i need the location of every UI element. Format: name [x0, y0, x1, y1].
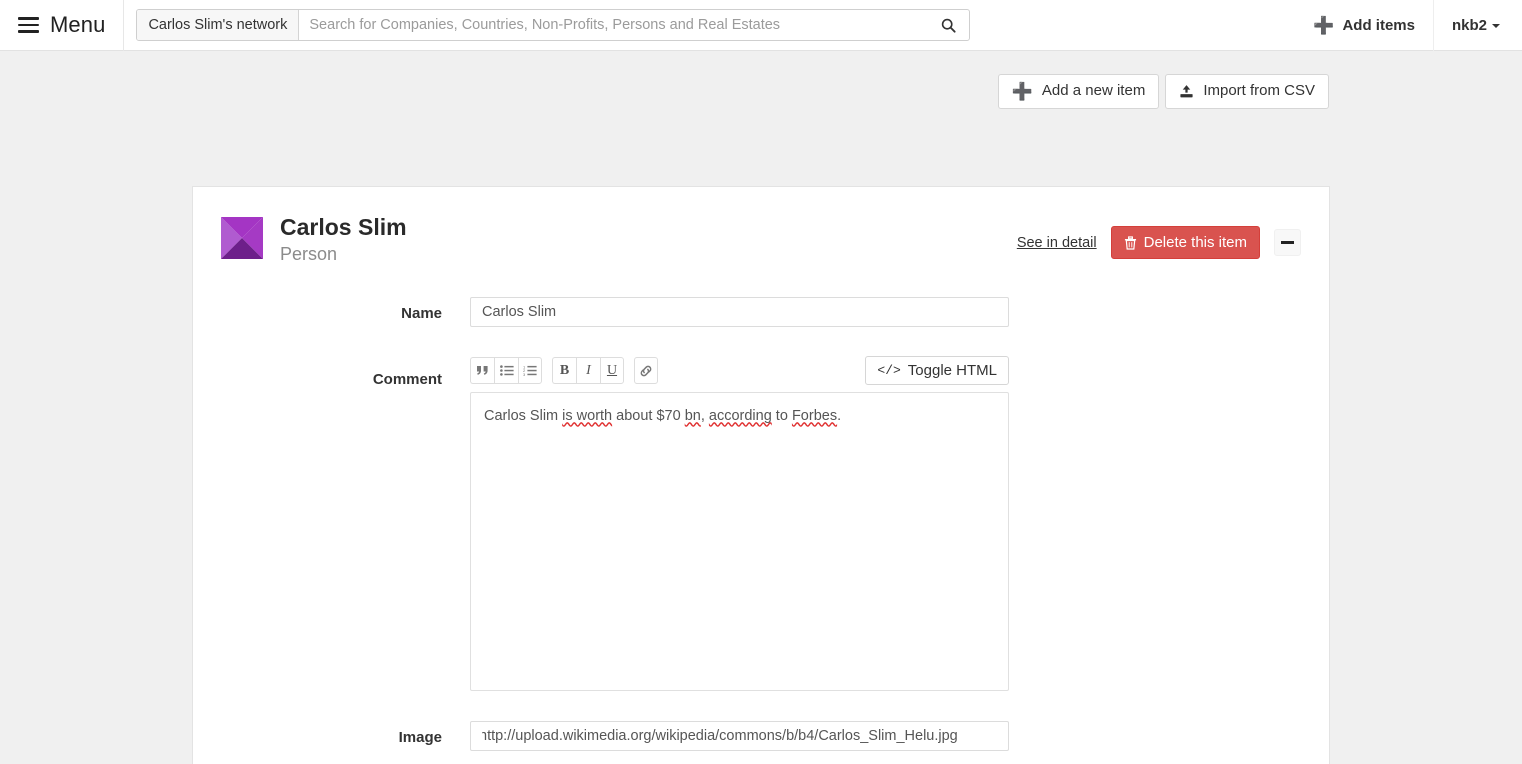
- image-label: Image: [398, 729, 442, 747]
- comment-text-segment-misspelled: according: [708, 408, 772, 425]
- user-label: nkb2: [1451, 16, 1487, 34]
- toggle-html-label: Toggle HTML: [907, 362, 997, 380]
- comment-text-segment: ,: [700, 408, 709, 425]
- caret-down-icon: [1492, 24, 1500, 28]
- card-title-block: Carlos Slim Person: [280, 214, 407, 265]
- form-row-comment: Comment 1 2 3 B I U </> Toggle HTML Carl…: [193, 356, 1329, 692]
- delete-label: Delete this item: [1143, 234, 1247, 251]
- item-form: Name Comment: [193, 265, 1329, 752]
- search-input[interactable]: [299, 10, 928, 40]
- see-in-detail-link[interactable]: See in detail: [1017, 235, 1097, 251]
- navbar-right: ➕ Add items nkb2: [1295, 0, 1522, 51]
- menu-label: Menu: [50, 12, 106, 37]
- form-row-name: Name: [193, 297, 1329, 328]
- plus-icon: ➕: [1011, 81, 1033, 101]
- delete-this-item-button[interactable]: Delete this item: [1110, 226, 1260, 259]
- item-card: Carlos Slim Person See in detail Delete …: [192, 186, 1330, 764]
- comment-text-segment-misspelled: is worth: [562, 408, 613, 425]
- import-from-csv-label: Import from CSV: [1203, 82, 1315, 99]
- search-bar: Carlos Slim's network: [136, 9, 971, 41]
- import-from-csv-button[interactable]: Import from CSV: [1165, 74, 1329, 109]
- blockquote-icon[interactable]: [470, 357, 494, 385]
- comment-text-segment-misspelled: bn: [684, 408, 701, 425]
- unordered-list-icon[interactable]: [494, 357, 518, 385]
- add-items-button[interactable]: ➕ Add items: [1295, 0, 1433, 51]
- code-icon: </>: [877, 363, 901, 379]
- minus-icon: [1281, 241, 1294, 244]
- search-submit-button[interactable]: [927, 10, 969, 40]
- upload-icon: [1180, 85, 1193, 98]
- name-input[interactable]: [470, 297, 1009, 328]
- toolbar-group-link: [634, 357, 658, 385]
- italic-icon[interactable]: I: [576, 357, 600, 385]
- link-icon[interactable]: [634, 357, 658, 385]
- comment-field-wrap: 1 2 3 B I U </> Toggle HTML Carlos Slim …: [470, 356, 1009, 692]
- image-url-input[interactable]: [470, 721, 1009, 752]
- bold-icon[interactable]: B: [552, 357, 576, 385]
- card-header: Carlos Slim Person See in detail Delete …: [193, 187, 1329, 265]
- page-body: ➕ Add a new item Import from CSV Carlos …: [0, 51, 1522, 764]
- comment-text-segment: about $70: [612, 408, 685, 425]
- add-a-new-item-label: Add a new item: [1041, 82, 1146, 99]
- ordered-list-icon[interactable]: 1 2 3: [518, 357, 542, 385]
- minimize-card-button[interactable]: [1274, 229, 1301, 256]
- comment-text-segment: Carlos Slim: [484, 408, 563, 425]
- plus-icon: ➕: [1313, 15, 1335, 35]
- top-navbar: Menu Carlos Slim's network ➕ Add items n…: [0, 0, 1522, 51]
- hamburger-icon: [18, 17, 39, 33]
- toggle-html-button[interactable]: </> Toggle HTML: [865, 356, 1009, 386]
- name-label: Name: [401, 305, 442, 323]
- comment-editor-toolbar: 1 2 3 B I U </> Toggle HTML: [470, 356, 1009, 386]
- add-a-new-item-button[interactable]: ➕ Add a new item: [997, 74, 1160, 109]
- image-field-wrap: [470, 721, 1009, 752]
- trash-icon: [1124, 235, 1136, 250]
- comment-text-segment: .: [837, 408, 842, 425]
- comment-text-segment: to: [771, 408, 792, 425]
- card-header-actions: See in detail Delete this item: [1017, 214, 1301, 259]
- comment-textarea[interactable]: Carlos Slim is worth about $70 bn, accor…: [470, 392, 1009, 692]
- add-items-label: Add items: [1342, 16, 1415, 34]
- search-icon: [941, 18, 956, 33]
- svg-text:3: 3: [523, 372, 526, 376]
- comment-text-segment-misspelled: Forbes: [791, 408, 838, 425]
- name-field-wrap: [470, 297, 1009, 328]
- user-menu[interactable]: nkb2: [1432, 0, 1522, 51]
- item-type-label: Person: [280, 244, 338, 265]
- page-title: Carlos Slim: [280, 214, 407, 240]
- search-scope-tag[interactable]: Carlos Slim's network: [137, 10, 300, 40]
- page-toolbar: ➕ Add a new item Import from CSV: [0, 51, 1522, 109]
- menu-button[interactable]: Menu: [0, 0, 125, 51]
- toolbar-group-block: 1 2 3: [470, 357, 542, 385]
- toolbar-group-inline: B I U: [552, 357, 624, 385]
- identicon-avatar: [221, 217, 263, 259]
- form-row-image: Image: [193, 721, 1329, 752]
- underline-icon[interactable]: U: [600, 357, 624, 385]
- comment-label: Comment: [372, 371, 442, 389]
